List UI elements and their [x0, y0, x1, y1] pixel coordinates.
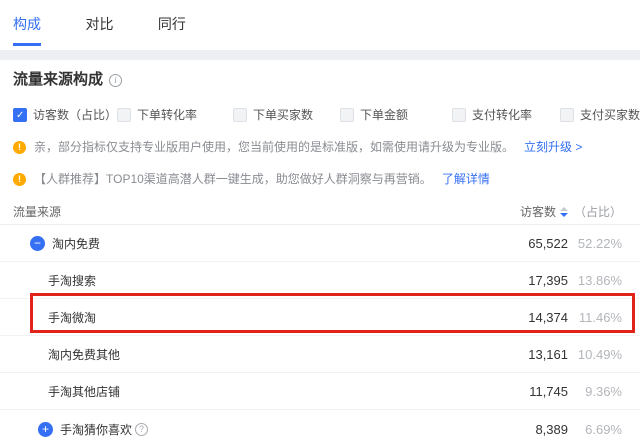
help-icon[interactable]: ?: [135, 422, 149, 436]
upgrade-notice: ! 亲，部分指标仅支持专业版用户使用，您当前使用的是标准版，如需使用请升级为专业…: [0, 140, 640, 154]
crowd-recommend-notice: ! 【人群推荐】TOP10渠道高潜人群一键生成，助您做好人群洞察与再营销。 了解…: [0, 172, 640, 186]
ratio-value: 52.22%: [577, 235, 622, 251]
metric-pay-buyers[interactable]: 支付买家数: [560, 106, 640, 123]
tab-peers[interactable]: 同行: [158, 14, 186, 43]
visitors-value: 13,161: [528, 346, 568, 362]
table-row-search[interactable]: 手淘搜索 17,395 13.86%: [0, 262, 640, 299]
visitors-value: 11,745: [529, 383, 568, 399]
column-header-ratio: （占比）: [573, 205, 622, 219]
sort-asc-icon: [560, 206, 568, 211]
ratio-value: 11.46%: [578, 309, 622, 325]
checkbox-icon[interactable]: [117, 107, 131, 122]
info-icon[interactable]: i: [109, 73, 123, 87]
page-title: 流量来源构成: [13, 71, 104, 88]
row-label: 手淘搜索: [48, 273, 97, 288]
section-title-row: 流量来源构成 i: [0, 72, 640, 88]
collapse-icon[interactable]: −: [30, 235, 45, 251]
table-row-weitao[interactable]: 手淘微淘 14,374 11.46%: [0, 299, 640, 336]
table-row-guess-you-like[interactable]: + 手淘猜你喜欢 ? 8,389 6.69%: [0, 410, 640, 448]
row-label: 手淘其他店铺: [48, 384, 121, 399]
table-row-free-other[interactable]: 淘内免费其他 13,161 10.49%: [0, 336, 640, 373]
traffic-source-panel: 流量来源构成 i 访客数（占比） 下单转化率 下单买家数 下单金额 支付转化率 …: [0, 60, 640, 448]
ratio-value: 9.36%: [585, 383, 622, 399]
metric-label: 下单金额: [360, 108, 409, 122]
column-header-source: 流量来源: [13, 205, 62, 219]
expand-icon[interactable]: +: [38, 421, 53, 437]
learn-more-link[interactable]: 了解详情: [442, 172, 490, 186]
warning-icon: !: [13, 140, 26, 154]
upgrade-link[interactable]: 立刻升级 >: [524, 140, 582, 154]
visitors-header-label: 访客数: [519, 205, 556, 219]
metric-label: 下单买家数: [253, 108, 314, 122]
metric-label: 下单转化率: [137, 108, 198, 122]
sort-icon[interactable]: [560, 206, 568, 217]
metric-checkbox-row: 访客数（占比） 下单转化率 下单买家数 下单金额 支付转化率 支付买家数: [0, 106, 640, 123]
checkbox-icon[interactable]: [233, 107, 247, 122]
row-label: 淘内免费其他: [48, 347, 121, 362]
metric-order-buyers[interactable]: 下单买家数: [233, 106, 340, 123]
row-label: 手淘猜你喜欢: [60, 422, 133, 437]
checkbox-icon[interactable]: [340, 107, 354, 122]
row-label: 手淘微淘: [48, 310, 97, 325]
metric-order-amount[interactable]: 下单金额: [340, 106, 452, 123]
visitors-value: 8,389: [535, 421, 568, 437]
warning-icon: !: [13, 172, 26, 186]
tab-bar: 构成 对比 同行: [0, 0, 640, 50]
column-header-visitors[interactable]: 访客数: [472, 203, 568, 220]
sort-desc-icon: [560, 212, 568, 217]
ratio-value: 6.69%: [585, 421, 622, 437]
metric-visitors[interactable]: 访客数（占比）: [13, 106, 117, 123]
metric-label: 支付转化率: [472, 108, 533, 122]
visitors-value: 17,395: [528, 272, 568, 288]
section-divider: [0, 50, 640, 60]
metric-label: 访客数（占比）: [33, 108, 118, 122]
metric-pay-conversion[interactable]: 支付转化率: [452, 106, 560, 123]
checkbox-checked-icon[interactable]: [13, 107, 27, 122]
table-header: 流量来源 访客数 （占比）: [0, 199, 640, 225]
visitors-value: 65,522: [528, 235, 568, 251]
row-label: 淘内免费: [52, 236, 101, 251]
table-row-taonei-free[interactable]: − 淘内免费 65,522 52.22%: [0, 225, 640, 262]
notice-text: 亲，部分指标仅支持专业版用户使用，您当前使用的是标准版，如需使用请升级为专业版。: [34, 140, 515, 154]
metric-label: 支付买家数: [580, 108, 640, 122]
metric-order-conversion[interactable]: 下单转化率: [117, 106, 233, 123]
checkbox-icon[interactable]: [560, 107, 574, 122]
table-row-other-shops[interactable]: 手淘其他店铺 11,745 9.36%: [0, 373, 640, 410]
ratio-value: 13.86%: [577, 272, 622, 288]
checkbox-icon[interactable]: [452, 107, 466, 122]
ratio-value: 10.49%: [577, 346, 622, 362]
tab-compare[interactable]: 对比: [85, 14, 113, 43]
notice-text: 【人群推荐】TOP10渠道高潜人群一键生成，助您做好人群洞察与再营销。: [34, 172, 432, 186]
visitors-value: 14,374: [528, 309, 568, 325]
tab-composition[interactable]: 构成: [13, 14, 41, 46]
